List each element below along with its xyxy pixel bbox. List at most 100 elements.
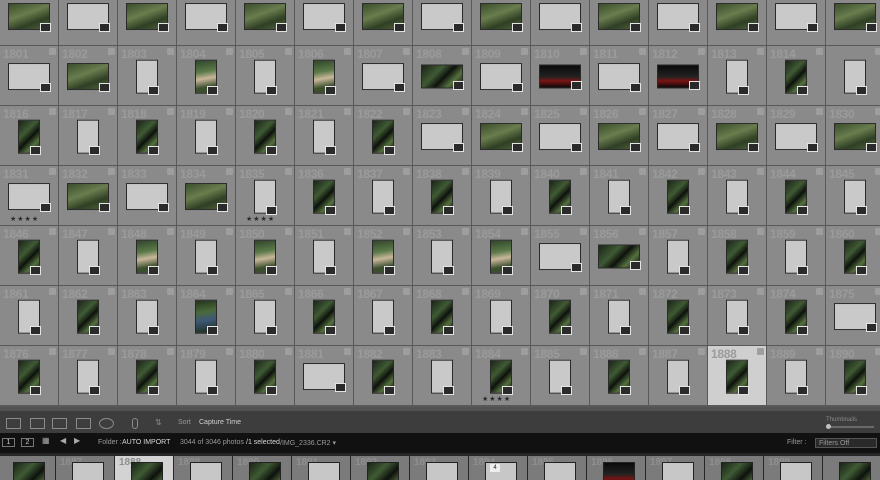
grid-cell[interactable]: 1865 — [236, 286, 294, 345]
grid-cell[interactable] — [0, 0, 58, 45]
badge-icon[interactable] — [639, 168, 646, 175]
filmstrip-thumbnail[interactable] — [780, 462, 812, 480]
badge-icon[interactable] — [226, 228, 233, 235]
grid-cell[interactable] — [708, 0, 766, 45]
grid-cell[interactable]: 1889 — [767, 346, 825, 405]
badge-icon[interactable] — [875, 108, 880, 115]
badge-icon[interactable] — [816, 228, 823, 235]
grid-cell[interactable]: 1802 — [59, 46, 117, 105]
grid-cell[interactable]: 1834 — [177, 166, 235, 225]
grid-cell[interactable]: 1845 — [826, 166, 880, 225]
badge-icon[interactable] — [875, 348, 880, 355]
badge-icon[interactable] — [521, 228, 528, 235]
sort-dropdown[interactable]: Capture Time — [199, 419, 241, 426]
badge-icon[interactable] — [462, 228, 469, 235]
grid-cell[interactable]: 1882 — [354, 346, 412, 405]
grid-cell[interactable] — [649, 0, 707, 45]
badge-icon[interactable] — [226, 48, 233, 55]
grid-cell[interactable] — [236, 0, 294, 45]
grid-cell[interactable]: 1811 — [590, 46, 648, 105]
grid-cell[interactable]: 1867 — [354, 286, 412, 345]
badge-icon[interactable] — [403, 288, 410, 295]
grid-cell[interactable]: 1840 — [531, 166, 589, 225]
grid-cell[interactable] — [177, 0, 235, 45]
filmstrip-cell[interactable]: 1898 — [705, 456, 763, 480]
grid-cell[interactable]: 1817 — [59, 106, 117, 165]
survey-view-icon[interactable] — [76, 418, 91, 429]
filmstrip-cell[interactable]: 1893 — [410, 456, 468, 480]
grid-cell[interactable]: 1871 — [590, 286, 648, 345]
badge-icon[interactable] — [580, 228, 587, 235]
grid-cell[interactable]: 1873 — [708, 286, 766, 345]
filmstrip-cell[interactable]: 1887 — [56, 456, 114, 480]
compare-view-icon[interactable] — [52, 418, 67, 429]
filmstrip-cell[interactable]: 1892 — [351, 456, 409, 480]
grid-cell[interactable]: 1812 — [649, 46, 707, 105]
filmstrip-cell[interactable]: 1890 — [233, 456, 291, 480]
badge-icon[interactable] — [403, 168, 410, 175]
badge-icon[interactable] — [167, 348, 174, 355]
grid-cell[interactable]: 1884 ★★★★ — [472, 346, 530, 405]
filmstrip-thumbnail[interactable] — [544, 462, 576, 480]
grid-cell[interactable]: 1808 — [413, 46, 471, 105]
filmstrip[interactable]: 1887188818891890189118921893189418951896… — [0, 453, 880, 480]
grid-cell[interactable]: 1819 — [177, 106, 235, 165]
badge-icon[interactable] — [875, 48, 880, 55]
filmstrip-thumbnail[interactable] — [721, 462, 753, 480]
grid-cell[interactable] — [767, 0, 825, 45]
badge-icon[interactable] — [403, 228, 410, 235]
grid-cell[interactable]: 1824 — [472, 106, 530, 165]
grid-cell[interactable]: 1818 — [118, 106, 176, 165]
badge-icon[interactable] — [167, 228, 174, 235]
filmstrip-cell[interactable] — [0, 456, 55, 480]
back-arrow-icon[interactable]: ◀ — [60, 436, 73, 445]
filmstrip-cell[interactable]: 1896 — [587, 456, 645, 480]
grid-cell[interactable]: 1881 — [295, 346, 353, 405]
grid-cell[interactable]: 1853 — [413, 226, 471, 285]
grid-cell[interactable]: 1888 — [708, 346, 766, 405]
grid-cell[interactable]: 1810 — [531, 46, 589, 105]
grid-cell[interactable]: 1828 — [708, 106, 766, 165]
badge-icon[interactable] — [344, 108, 351, 115]
badge-icon[interactable] — [49, 348, 56, 355]
filmstrip-thumbnail[interactable] — [131, 462, 163, 480]
badge-icon[interactable] — [462, 108, 469, 115]
grid-cell[interactable]: 1838 — [413, 166, 471, 225]
grid-cell[interactable]: 1863 — [118, 286, 176, 345]
grid-cell[interactable] — [354, 0, 412, 45]
grid-cell[interactable]: 1874 — [767, 286, 825, 345]
thumbnail-size-slider[interactable] — [826, 426, 874, 428]
filmstrip-cell[interactable] — [823, 456, 880, 480]
badge-icon[interactable] — [816, 168, 823, 175]
badge-icon[interactable] — [49, 108, 56, 115]
badge-icon[interactable] — [698, 168, 705, 175]
badge-icon[interactable] — [462, 168, 469, 175]
grid-cell[interactable]: 1866 — [295, 286, 353, 345]
filmstrip-thumbnail[interactable] — [426, 462, 458, 480]
grid-cell[interactable]: 1846 — [0, 226, 58, 285]
folder-name[interactable]: AUTO IMPORT — [122, 439, 170, 446]
badge-icon[interactable] — [757, 348, 764, 355]
grid-cell[interactable]: 1839 — [472, 166, 530, 225]
badge-icon[interactable] — [521, 348, 528, 355]
badge-icon[interactable] — [521, 108, 528, 115]
grid-cell[interactable]: 1876 — [0, 346, 58, 405]
grid-cell[interactable]: 1813 — [708, 46, 766, 105]
badge-icon[interactable] — [580, 348, 587, 355]
loupe-view-icon[interactable] — [30, 418, 45, 429]
grid-cell[interactable]: 1833 — [118, 166, 176, 225]
grid-cell[interactable]: 1820 — [236, 106, 294, 165]
badge-icon[interactable] — [167, 108, 174, 115]
badge-icon[interactable] — [403, 108, 410, 115]
badge-icon[interactable] — [167, 288, 174, 295]
grid-cell[interactable]: 1864 — [177, 286, 235, 345]
painter-icon[interactable] — [132, 418, 138, 429]
badge-icon[interactable] — [639, 108, 646, 115]
grid-cell[interactable]: 1830 — [826, 106, 880, 165]
filmstrip-thumbnail[interactable] — [662, 462, 694, 480]
grid-cell[interactable]: 1829 — [767, 106, 825, 165]
badge-icon[interactable] — [167, 168, 174, 175]
grid-cell[interactable]: 1856 — [590, 226, 648, 285]
star-rating[interactable]: ★★★★ — [246, 215, 275, 223]
grid-cell[interactable]: 1875 — [826, 286, 880, 345]
